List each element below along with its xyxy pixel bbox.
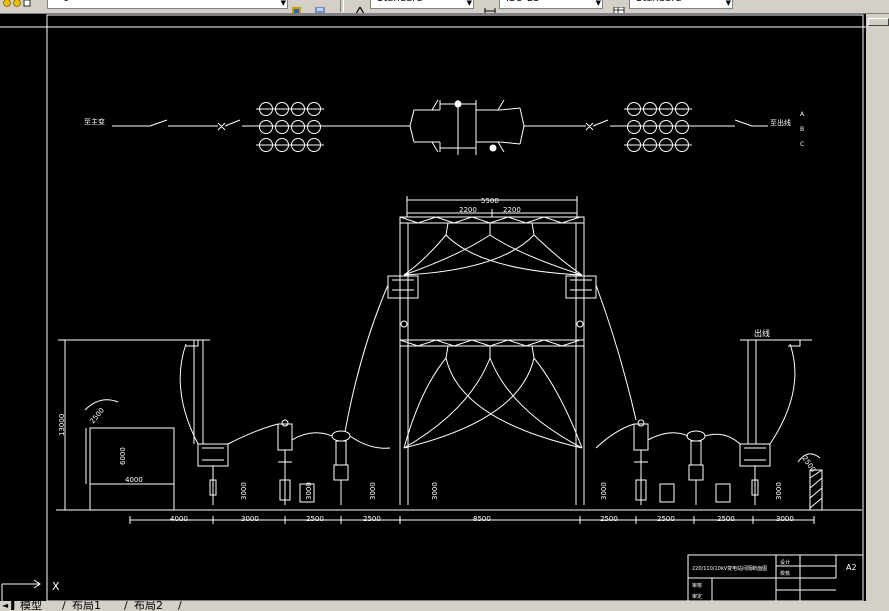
- equipment-height-4: 3000: [431, 482, 439, 500]
- gantry-sub-dim-2: 2200: [503, 206, 521, 214]
- clearance-left: 2500: [88, 406, 106, 425]
- tab-separator: /: [62, 601, 66, 611]
- layer-states-icon[interactable]: [314, 0, 326, 13]
- height-dim: 13000: [58, 414, 66, 436]
- bottom-dim-9: 3000: [776, 515, 794, 523]
- table-style-value: Standard: [636, 0, 682, 4]
- gantry-structure: [344, 196, 637, 505]
- table-style-icon[interactable]: [613, 0, 625, 13]
- tab-nav-arrows[interactable]: ◄▐: [2, 602, 14, 611]
- label-to-transformer: 至主变: [84, 117, 105, 126]
- toolbar: 0 ▼ Standard ▼ ISO-25 ▼ Standard ▼: [0, 0, 889, 14]
- bottom-dimension-line: [129, 516, 815, 524]
- left-bay-equipment: [58, 339, 391, 511]
- phase-label-a: A: [800, 111, 805, 118]
- title-block-sheet-size: A2: [846, 563, 857, 572]
- bottom-dim-4: 2500: [363, 515, 381, 523]
- drawing-canvas[interactable]: 至主变 至出线 A B C 5500 2200 2200 出线 13000 60…: [0, 14, 869, 611]
- equipment-height-6: 3000: [775, 482, 783, 500]
- chevron-down-icon: ▼: [725, 0, 731, 7]
- equipment-height-3: 3000: [369, 482, 377, 500]
- tab-separator: /: [178, 601, 182, 611]
- cad-drawing: 至主变 至出线 A B C 5500 2200 2200 出线 13000 60…: [0, 14, 869, 611]
- title-block-cell-3: 审核: [692, 582, 702, 589]
- dimension-style-value: ISO-25: [506, 0, 540, 4]
- dimension-style-combo[interactable]: ISO-25 ▼: [499, 0, 603, 9]
- phase-label-b: B: [800, 126, 804, 133]
- equipment-height-5: 3000: [600, 482, 608, 500]
- clearance-right: 2500: [800, 455, 817, 474]
- layer-combo-value: 0: [63, 0, 69, 4]
- tab-model[interactable]: 模型: [20, 601, 42, 611]
- single-line-diagram: [112, 99, 768, 155]
- bottom-dim-6: 2500: [600, 515, 618, 523]
- text-style-value: Standard: [377, 0, 423, 4]
- phase-label-c: C: [800, 141, 804, 148]
- equipment-height-2: 3000: [305, 482, 313, 500]
- title-block: [687, 554, 864, 602]
- chevron-down-icon: ▼: [280, 0, 286, 7]
- layer-state-icons[interactable]: [2, 0, 46, 12]
- ucs-x-label: X: [52, 580, 60, 593]
- tab-layout-2[interactable]: 布局2: [134, 601, 163, 611]
- bottom-dim-1: 4000: [170, 515, 188, 523]
- title-block-cell-1: 设计: [780, 559, 790, 566]
- gantry-sub-dim-1: 2200: [459, 206, 477, 214]
- dimension-style-icon[interactable]: [484, 0, 496, 13]
- box-width-dim: 4000: [125, 476, 143, 484]
- bottom-dim-8: 2500: [717, 515, 735, 523]
- bottom-dim-3: 2500: [306, 515, 324, 523]
- outgoing-line-label: 出线: [754, 328, 770, 338]
- tab-separator: /: [124, 601, 128, 611]
- bottom-dim-2: 3000: [241, 515, 259, 523]
- chevron-down-icon: ▼: [595, 0, 601, 7]
- right-bay-equipment: [299, 339, 823, 511]
- vertical-scrollbar[interactable]: [866, 14, 889, 604]
- layout-tabs: ◄▐ 模型 / 布局1 / 布局2 /: [0, 601, 889, 611]
- title-block-name: 220/110/10kV变电站间隔断面图: [692, 565, 767, 572]
- title-block-cell-4: 审定: [692, 593, 702, 600]
- tab-layout-1[interactable]: 布局1: [72, 601, 101, 611]
- table-style-combo[interactable]: Standard ▼: [629, 0, 733, 9]
- gantry-width-dim: 5500: [481, 197, 499, 205]
- text-style-combo[interactable]: Standard ▼: [370, 0, 474, 9]
- layer-previous-icon[interactable]: [291, 0, 303, 13]
- layer-combo[interactable]: 0 ▼: [47, 0, 288, 9]
- equipment-height-1: 3000: [240, 482, 248, 500]
- scrollbar-thumb[interactable]: [868, 18, 889, 26]
- text-style-icon[interactable]: [354, 0, 366, 13]
- toolbar-separator: [340, 0, 344, 12]
- bottom-dim-5: 8500: [473, 515, 491, 523]
- label-to-outgoing: 至出线: [770, 118, 791, 127]
- height-dim-2: 6000: [119, 447, 127, 465]
- title-block-cell-2: 校核: [780, 570, 790, 577]
- bottom-dim-7: 2500: [657, 515, 675, 523]
- chevron-down-icon: ▼: [466, 0, 472, 7]
